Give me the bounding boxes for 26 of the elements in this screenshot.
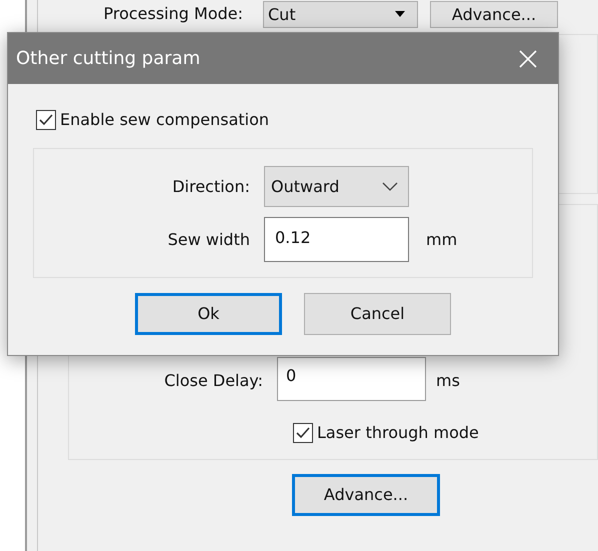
checkbox[interactable] bbox=[36, 110, 56, 130]
button[interactable]: Cancel bbox=[304, 293, 451, 335]
input-field[interactable]: 0 bbox=[277, 357, 426, 401]
dropdown-value: Outward bbox=[271, 176, 340, 198]
button[interactable]: Advance... bbox=[292, 474, 440, 516]
dropdown-value: Cut bbox=[267, 4, 297, 26]
button[interactable]: Ok bbox=[135, 293, 282, 335]
window-title: Other cutting param bbox=[16, 47, 202, 71]
checkmark-icon bbox=[295, 425, 311, 441]
input-field[interactable]: 0.12 bbox=[264, 217, 409, 262]
dropdown[interactable]: Cut bbox=[263, 1, 418, 28]
dropdown[interactable]: Outward bbox=[264, 166, 409, 207]
field-label: Sew width bbox=[166, 228, 251, 250]
close-icon[interactable] bbox=[518, 48, 538, 68]
field-label: Processing Mode: bbox=[102, 3, 244, 25]
checkmark-icon bbox=[38, 112, 54, 128]
field-label: Direction: bbox=[171, 176, 251, 198]
checkbox[interactable] bbox=[293, 423, 313, 443]
caret-icon bbox=[395, 10, 405, 18]
chevron-down-icon bbox=[382, 182, 398, 192]
button[interactable]: Advance... bbox=[430, 1, 558, 28]
checkbox-label: Laser through mode bbox=[317, 422, 479, 444]
unit-label: mm bbox=[426, 228, 458, 250]
unit-label: ms bbox=[436, 370, 460, 392]
field-label: Close Delay: bbox=[163, 370, 264, 392]
checkbox-label: Enable sew compensation bbox=[60, 109, 270, 131]
